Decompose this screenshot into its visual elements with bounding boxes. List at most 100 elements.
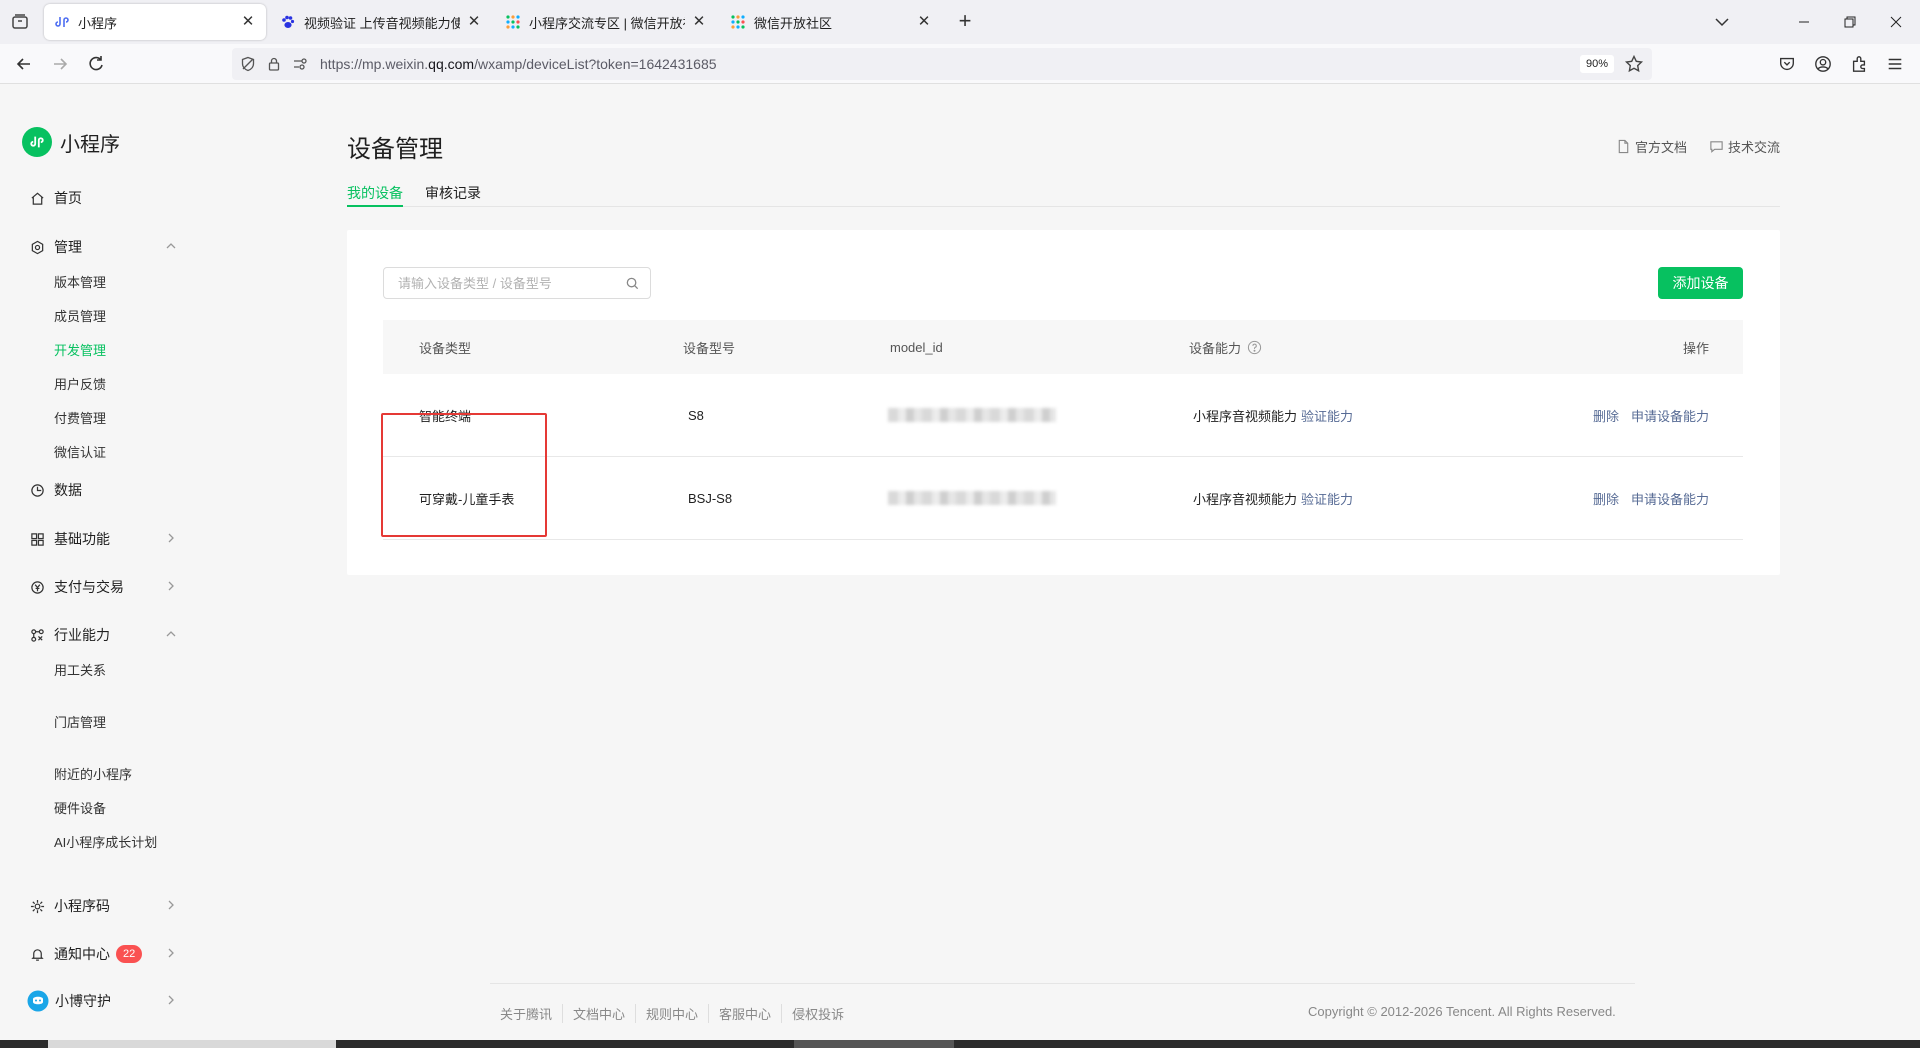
sidebar-sub-nearby[interactable]: 附近的小程序 bbox=[54, 765, 132, 785]
sidebar-sub-verify[interactable]: 微信认证 bbox=[54, 443, 106, 463]
sidebar-item-label: 支付与交易 bbox=[54, 579, 124, 595]
chevron-down-icon[interactable] bbox=[1710, 10, 1734, 34]
menu-hamburger-icon[interactable] bbox=[1883, 52, 1907, 76]
minimize-icon[interactable] bbox=[1790, 8, 1818, 36]
pocket-icon[interactable] bbox=[1775, 52, 1799, 76]
sidebar-item-label: 首页 bbox=[54, 190, 82, 206]
device-card: 添加设备 设备类型 设备型号 model_id 设备能力 操作 智能终端 S8 … bbox=[347, 230, 1780, 575]
sidebar-item-basic[interactable]: 基础功能 bbox=[0, 527, 200, 551]
reload-icon[interactable] bbox=[84, 52, 108, 76]
url-host: qq.com bbox=[428, 56, 475, 72]
apply-capability-link[interactable]: 申请设备能力 bbox=[1631, 406, 1709, 425]
close-icon[interactable]: ✕ bbox=[240, 14, 256, 30]
sidebar-sub-version[interactable]: 版本管理 bbox=[54, 273, 106, 293]
baidu-paw-icon bbox=[280, 14, 296, 30]
official-docs-link[interactable]: 官方文档 bbox=[1616, 137, 1687, 156]
grid-icon bbox=[28, 530, 46, 548]
table-row: 可穿戴-儿童手表 BSJ-S8 小程序音视频能力 验证能力 删除 申请设备能力 bbox=[383, 457, 1743, 540]
footer-link-complaint[interactable]: 侵权投诉 bbox=[782, 1004, 854, 1023]
footer-divider bbox=[490, 983, 1635, 984]
new-tab-plus-icon[interactable]: + bbox=[953, 10, 977, 34]
column-header-actions: 操作 bbox=[1682, 340, 1709, 356]
lock-icon[interactable] bbox=[266, 56, 282, 72]
document-icon bbox=[1618, 139, 1629, 154]
star-bookmark-icon[interactable] bbox=[1624, 54, 1644, 74]
sidebar-item-home[interactable]: 首页 bbox=[0, 186, 200, 210]
search-icon[interactable] bbox=[625, 276, 640, 291]
zoom-level[interactable]: 90% bbox=[1580, 55, 1615, 73]
redacted-blur bbox=[888, 491, 1056, 505]
model-id-cell-redacted bbox=[888, 374, 1056, 456]
column-header-model-id: model_id bbox=[890, 339, 943, 355]
back-arrow-icon[interactable] bbox=[12, 52, 36, 76]
tab-open-community[interactable]: 微信开放社区 ✕ bbox=[720, 4, 942, 40]
nodes-icon bbox=[28, 626, 46, 644]
footer-link-docs[interactable]: 文档中心 bbox=[563, 1004, 637, 1023]
sidebar-sub-dev[interactable]: 开发管理 bbox=[54, 341, 106, 361]
close-icon[interactable]: ✕ bbox=[916, 14, 932, 30]
footer-link-service[interactable]: 客服中心 bbox=[709, 1004, 783, 1023]
sidebar-item-pay[interactable]: 支付与交易 bbox=[0, 575, 200, 599]
weixin-icon bbox=[54, 14, 70, 30]
extensions-icon[interactable] bbox=[1847, 52, 1871, 76]
tab-list-icon[interactable] bbox=[8, 10, 32, 34]
search-input[interactable] bbox=[384, 268, 614, 298]
help-circle-icon[interactable] bbox=[1247, 340, 1262, 355]
column-header-model: 设备型号 bbox=[683, 340, 736, 356]
sidebar-item-industry[interactable]: 行业能力 bbox=[0, 623, 200, 647]
footer-link-about[interactable]: 关于腾讯 bbox=[490, 1004, 564, 1023]
tab-my-devices[interactable]: 我的设备 bbox=[347, 183, 403, 207]
tab-review-records[interactable]: 审核记录 bbox=[425, 183, 481, 207]
apply-capability-link[interactable]: 申请设备能力 bbox=[1631, 489, 1709, 508]
close-window-icon[interactable] bbox=[1882, 8, 1910, 36]
sidebar-item-label: 小博守护 bbox=[55, 993, 111, 1009]
permissions-icon[interactable] bbox=[292, 56, 308, 72]
add-device-button[interactable]: 添加设备 bbox=[1658, 267, 1743, 299]
sidebar-item-account[interactable]: 小博守护 bbox=[0, 989, 200, 1013]
taskbar-segment bbox=[794, 1040, 954, 1048]
sidebar-item-qrcode[interactable]: 小程序码 bbox=[0, 894, 200, 918]
sidebar-item-notify[interactable]: 通知中心 22 bbox=[0, 942, 200, 966]
account-icon[interactable] bbox=[1811, 52, 1835, 76]
brand[interactable]: 小程序 bbox=[22, 127, 120, 157]
page-content: 小程序 首页 管理 版本管理 成员管理 开发管理 用户反馈 付费管理 微信认证 … bbox=[0, 85, 1920, 1040]
device-type-cell: 智能终端 bbox=[419, 408, 472, 424]
chevron-right-icon bbox=[164, 946, 178, 960]
url-bar[interactable]: https://mp.weixin.qq.com/wxamp/deviceLis… bbox=[232, 48, 1652, 80]
sidebar-item-data[interactable]: 数据 bbox=[0, 478, 200, 502]
capability-cell: 小程序音视频能力 验证能力 bbox=[1193, 457, 1353, 539]
delete-link[interactable]: 删除 bbox=[1593, 406, 1619, 425]
notification-count-badge: 22 bbox=[116, 945, 143, 963]
sidebar-sub-ai-growth[interactable]: AI小程序成长计划 bbox=[54, 833, 157, 853]
yuan-coin-icon bbox=[28, 578, 46, 596]
sidebar-sub-employment[interactable]: 用工关系 bbox=[54, 661, 106, 681]
verify-capability-link[interactable]: 验证能力 bbox=[1301, 406, 1353, 425]
miniprogram-logo-icon bbox=[22, 127, 52, 157]
sidebar-sub-stores[interactable]: 门店管理 bbox=[54, 713, 106, 733]
url-text[interactable]: https://mp.weixin.qq.com/wxamp/deviceLis… bbox=[320, 56, 717, 72]
sidebar-item-label: 行业能力 bbox=[54, 627, 110, 643]
verify-capability-link[interactable]: 验证能力 bbox=[1301, 489, 1353, 508]
device-type-cell: 可穿戴-儿童手表 bbox=[419, 491, 515, 507]
close-icon[interactable]: ✕ bbox=[466, 14, 482, 30]
forward-arrow-icon[interactable] bbox=[48, 52, 72, 76]
tracking-shield-icon[interactable] bbox=[240, 56, 256, 72]
gear-icon bbox=[28, 238, 46, 256]
url-prefix: https://mp.weixin. bbox=[320, 56, 429, 72]
sidebar-sub-hardware[interactable]: 硬件设备 bbox=[54, 799, 106, 819]
tab-community-forum[interactable]: 小程序交流专区 | 微信开放社区 ✕ bbox=[495, 4, 717, 40]
sidebar-sub-feedback[interactable]: 用户反馈 bbox=[54, 375, 106, 395]
delete-link[interactable]: 删除 bbox=[1593, 489, 1619, 508]
sidebar-sub-payment[interactable]: 付费管理 bbox=[54, 409, 106, 429]
footer-link-rules[interactable]: 规则中心 bbox=[636, 1004, 710, 1023]
restore-icon[interactable] bbox=[1836, 8, 1864, 36]
tab-video-verify[interactable]: 视频验证 上传音视频能力使用说 ✕ bbox=[270, 4, 492, 40]
chevron-right-icon bbox=[164, 579, 178, 593]
close-icon[interactable]: ✕ bbox=[691, 14, 707, 30]
sidebar-item-manage[interactable]: 管理 bbox=[0, 235, 200, 259]
tech-forum-link[interactable]: 技术交流 bbox=[1709, 137, 1780, 156]
browser-nav-bar: https://mp.weixin.qq.com/wxamp/deviceLis… bbox=[0, 44, 1920, 84]
tab-miniprogram[interactable]: 小程序 ✕ bbox=[44, 4, 266, 40]
sidebar-sub-members[interactable]: 成员管理 bbox=[54, 307, 106, 327]
sidebar-item-label: 小程序码 bbox=[54, 898, 110, 914]
